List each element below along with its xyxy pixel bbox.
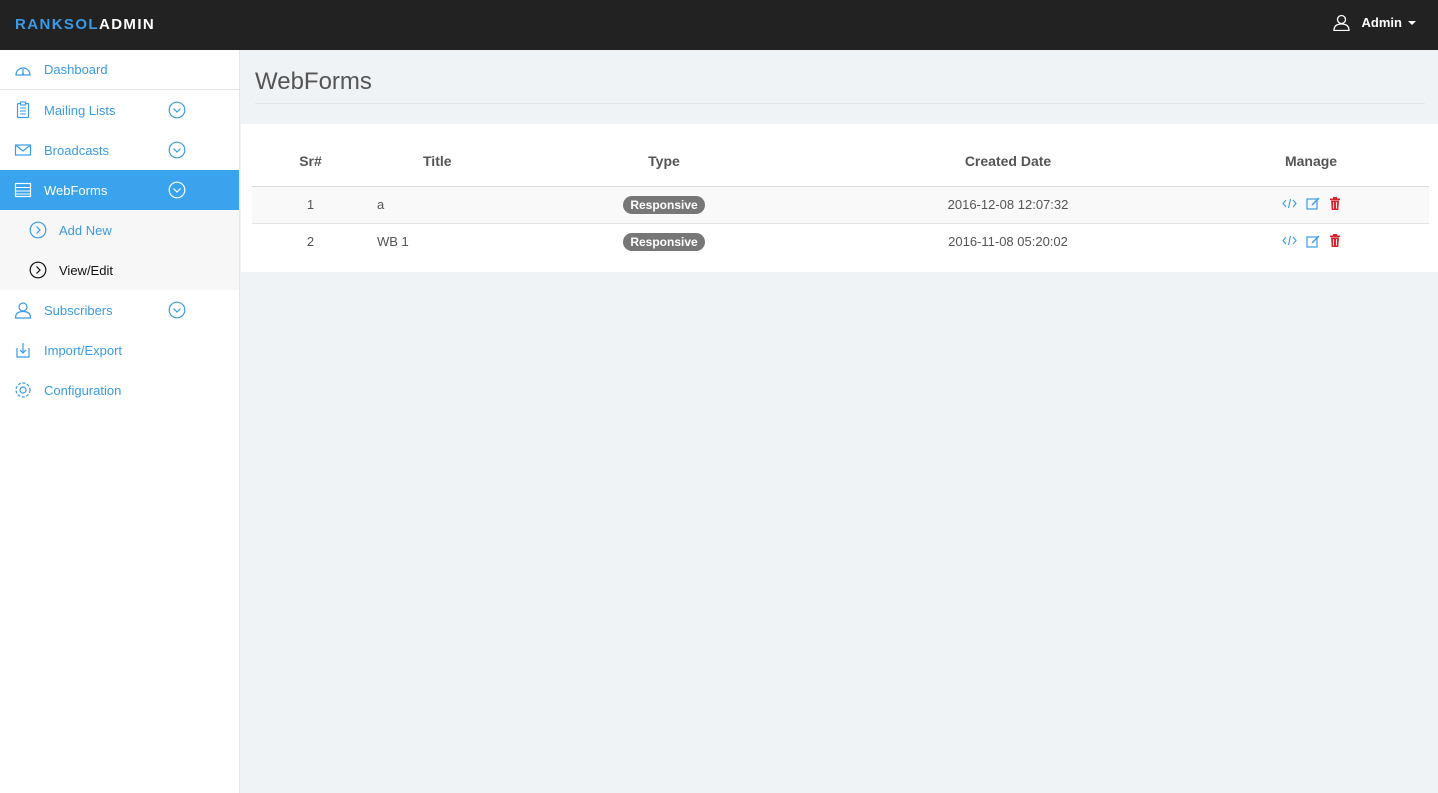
sidebar: Dashboard Mailing Lists Broadcasts WebFo… bbox=[0, 50, 240, 793]
sidebar-item-label: Mailing Lists bbox=[44, 102, 116, 118]
cell-created-date: 2016-11-08 05:20:02 bbox=[948, 234, 1068, 250]
cell-type: Responsive bbox=[505, 186, 823, 224]
brand-part-2: ADMIN bbox=[98, 16, 156, 33]
edit-icon[interactable] bbox=[1305, 196, 1320, 210]
caret-down-icon bbox=[1408, 20, 1416, 25]
column-header-manage: Manage bbox=[1193, 137, 1429, 187]
page-title: WebForms bbox=[255, 68, 372, 95]
cell-type: Responsive bbox=[505, 223, 823, 260]
column-header-title: Title bbox=[369, 137, 505, 187]
form-list-icon bbox=[14, 181, 32, 199]
sidebar-item-webforms[interactable]: WebForms bbox=[0, 170, 239, 210]
embed-code-icon[interactable] bbox=[1281, 197, 1297, 210]
edit-icon[interactable] bbox=[1305, 234, 1320, 248]
user-name: Admin bbox=[1361, 15, 1402, 30]
submenu-item-label: Add New bbox=[59, 222, 112, 238]
user-icon bbox=[14, 301, 32, 319]
sidebar-item-subscribers[interactable]: Subscribers bbox=[0, 290, 239, 330]
webforms-table: Sr# Title Type Created Date Manage 1 a R… bbox=[252, 137, 1429, 260]
gear-icon bbox=[14, 381, 32, 399]
type-badge: Responsive bbox=[623, 232, 705, 251]
column-header-type: Type bbox=[505, 137, 823, 187]
cell-manage bbox=[1193, 223, 1429, 260]
top-navbar: RANKSOLADMIN Admin bbox=[0, 0, 1438, 50]
import-box-icon bbox=[14, 341, 32, 359]
sidebar-item-label: Subscribers bbox=[44, 302, 113, 318]
chevron-right-circle-icon bbox=[29, 221, 47, 239]
type-badge: Responsive bbox=[623, 195, 705, 214]
trash-icon[interactable] bbox=[1329, 196, 1341, 210]
submenu-item-label: View/Edit bbox=[59, 262, 113, 278]
sidebar-item-label: WebForms bbox=[44, 182, 108, 198]
dashboard-gauge-icon bbox=[14, 61, 32, 79]
cell-sr: 1 bbox=[252, 186, 369, 224]
table-header-row: Sr# Title Type Created Date Manage bbox=[252, 137, 1429, 187]
webforms-submenu: Add New View/Edit bbox=[0, 210, 239, 290]
sidebar-item-label: Import/Export bbox=[44, 342, 123, 358]
trash-icon[interactable] bbox=[1329, 234, 1341, 247]
title-divider bbox=[255, 103, 1425, 104]
column-header-created-date: Created Date bbox=[823, 137, 1193, 187]
sidebar-item-broadcasts[interactable]: Broadcasts bbox=[0, 130, 239, 170]
user-icon bbox=[1332, 14, 1350, 31]
column-header-sr: Sr# bbox=[252, 137, 369, 187]
webforms-panel: Sr# Title Type Created Date Manage 1 a R… bbox=[241, 124, 1438, 272]
embed-code-icon[interactable] bbox=[1281, 234, 1297, 247]
user-menu[interactable]: Admin bbox=[1332, 14, 1416, 31]
cell-sr: 2 bbox=[306, 234, 315, 250]
table-row: 1 a Responsive 2016-12-08 12:07:32 bbox=[252, 186, 1429, 224]
chevron-right-circle-icon bbox=[29, 261, 47, 279]
chevron-down-circle-icon[interactable] bbox=[168, 101, 186, 119]
brand-logo[interactable]: RANKSOLADMIN bbox=[15, 16, 155, 33]
sidebar-item-dashboard[interactable]: Dashboard bbox=[0, 50, 239, 90]
sidebar-item-label: Dashboard bbox=[44, 62, 108, 77]
chevron-down-circle-icon[interactable] bbox=[168, 181, 186, 199]
brand-part-1: RANKSOL bbox=[15, 16, 99, 33]
cell-title: a bbox=[369, 186, 505, 224]
submenu-item-view-edit[interactable]: View/Edit bbox=[0, 250, 239, 290]
submenu-item-add-new[interactable]: Add New bbox=[0, 210, 239, 250]
table-row: 2 WB 1 Responsive 2016-11-08 05:20:02 bbox=[252, 223, 1429, 260]
cell-manage bbox=[1193, 186, 1429, 224]
clipboard-list-icon bbox=[14, 101, 32, 119]
cell-created-date: 2016-12-08 12:07:32 bbox=[823, 186, 1193, 224]
sidebar-item-configuration[interactable]: Configuration bbox=[0, 370, 239, 410]
sidebar-item-import-export[interactable]: Import/Export bbox=[0, 330, 239, 370]
chevron-down-circle-icon[interactable] bbox=[168, 141, 186, 159]
envelope-icon bbox=[14, 141, 32, 159]
chevron-down-circle-icon[interactable] bbox=[168, 301, 186, 319]
sidebar-item-label: Broadcasts bbox=[44, 142, 110, 158]
sidebar-item-mailing-lists[interactable]: Mailing Lists bbox=[0, 90, 239, 130]
cell-title: WB 1 bbox=[377, 234, 409, 250]
sidebar-item-label: Configuration bbox=[44, 382, 122, 398]
